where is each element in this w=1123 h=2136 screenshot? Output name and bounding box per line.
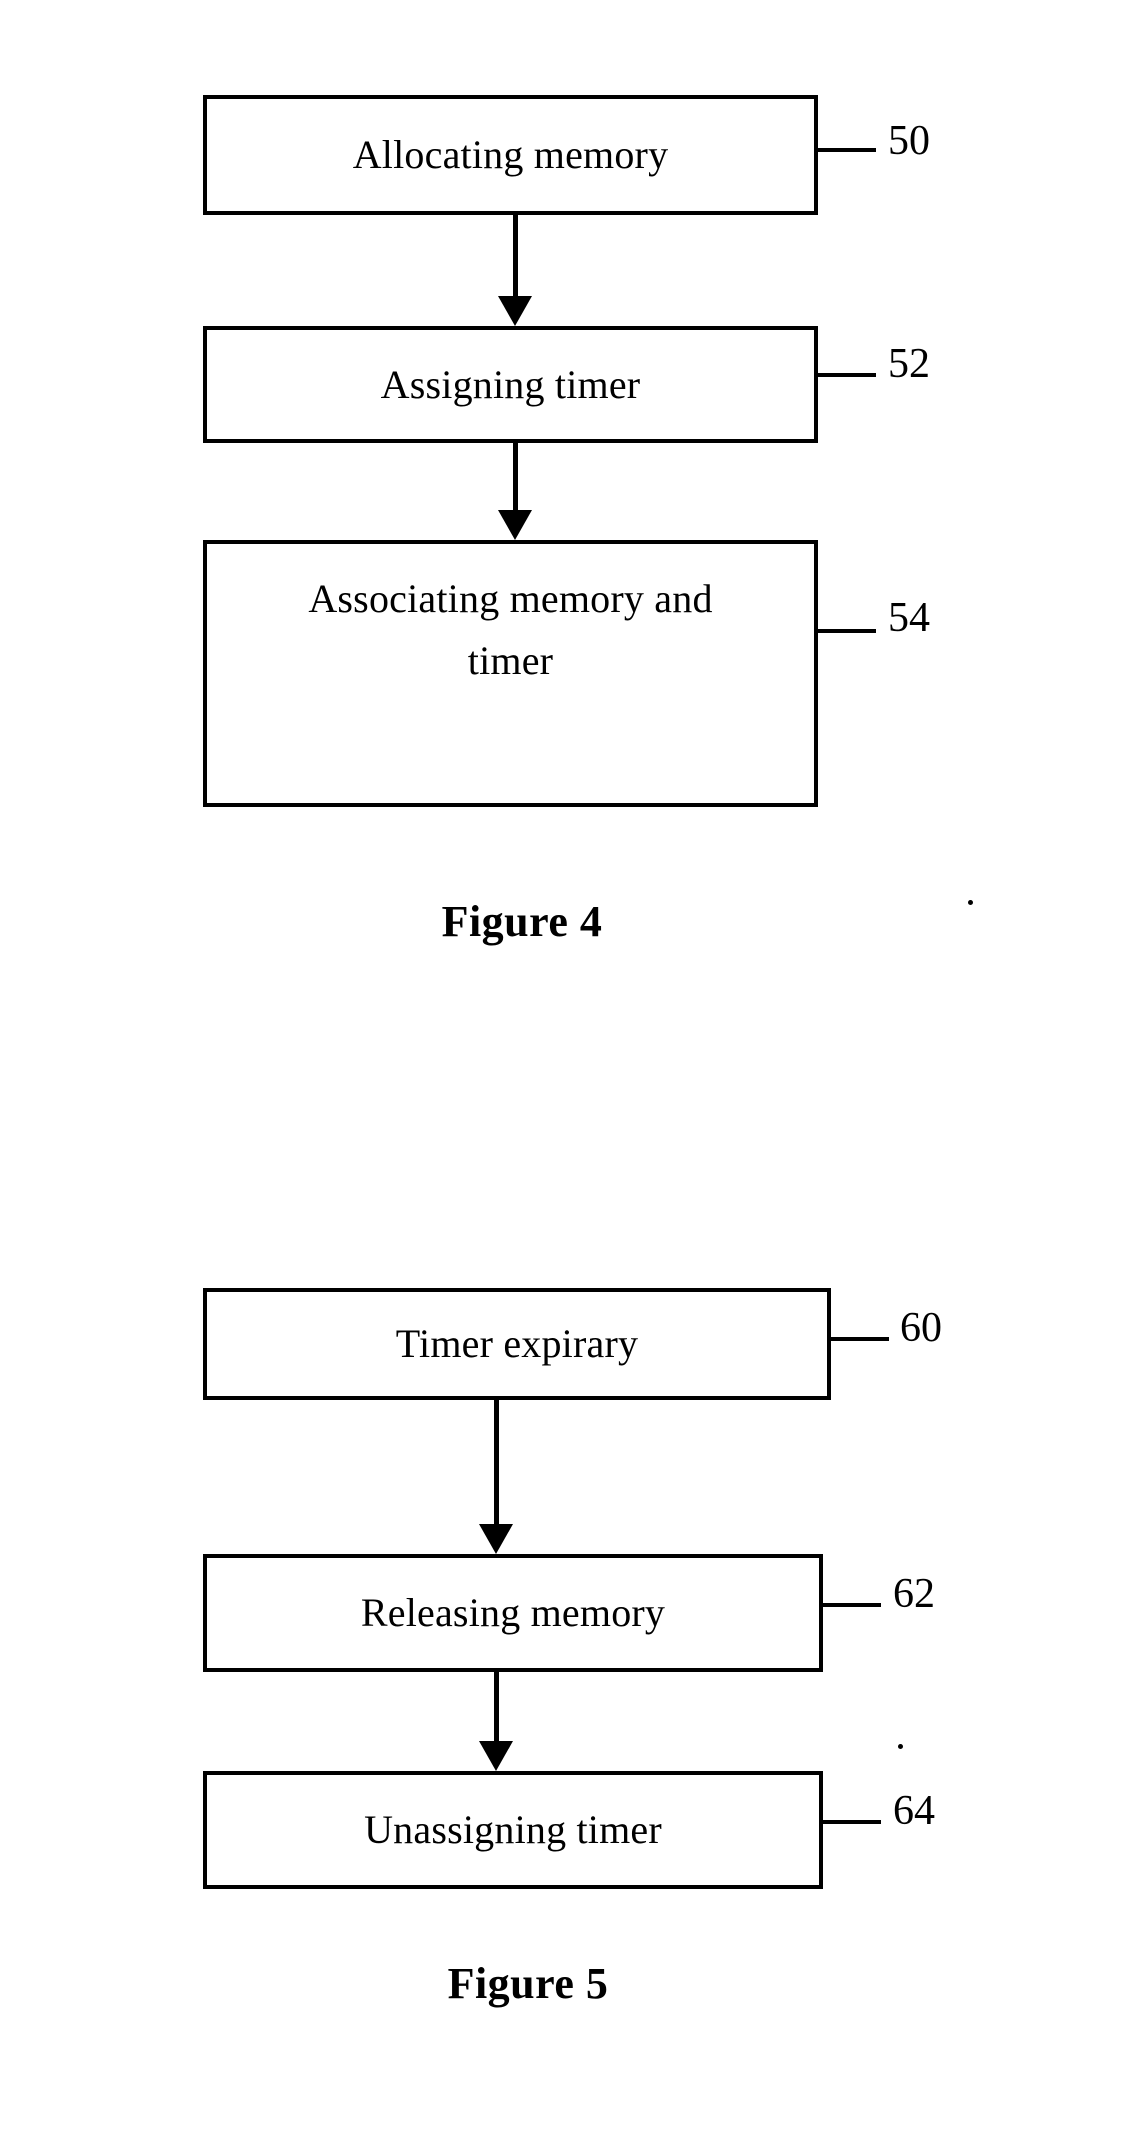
process-box-label: Unassigning timer — [364, 1807, 662, 1852]
scan-speck — [898, 1744, 903, 1749]
process-box-allocating-memory[interactable]: Allocating memory — [203, 95, 818, 215]
process-box-releasing-memory[interactable]: Releasing memory — [203, 1554, 823, 1672]
arrow-head-icon — [479, 1741, 513, 1771]
arrow-head-icon — [498, 296, 532, 326]
arrow-shaft — [494, 1672, 499, 1741]
arrow-shaft — [513, 443, 518, 510]
process-box-label: Timer expirary — [395, 1321, 639, 1366]
reference-leader-64 — [823, 1820, 881, 1824]
scan-speck — [968, 900, 973, 905]
patent-drawing-sheet: Allocating memory 50 Assigning timer 52 … — [0, 0, 1123, 2136]
reference-numeral-50: 50 — [888, 118, 930, 164]
process-box-label: Assigning timer — [380, 361, 641, 407]
arrow-head-icon — [498, 510, 532, 540]
reference-numeral-64: 64 — [893, 1788, 935, 1834]
process-box-associating-memory-and-timer[interactable]: Associating memory and timer — [203, 540, 818, 807]
reference-numeral-62: 62 — [893, 1571, 935, 1617]
process-box-unassigning-timer[interactable]: Unassigning timer — [203, 1771, 823, 1889]
reference-leader-54 — [818, 629, 876, 633]
arrow-head-icon — [479, 1524, 513, 1554]
figure-5-caption: Figure 5 — [447, 1959, 609, 2008]
reference-leader-60 — [831, 1337, 889, 1341]
reference-leader-50 — [818, 148, 876, 152]
process-box-assigning-timer[interactable]: Assigning timer — [203, 326, 818, 443]
process-box-label: Allocating memory — [352, 132, 669, 177]
process-box-label: Associating memory and timer — [308, 576, 713, 683]
arrow-shaft — [494, 1400, 499, 1524]
reference-numeral-52: 52 — [888, 341, 930, 387]
process-box-timer-expirary[interactable]: Timer expirary — [203, 1288, 831, 1400]
reference-numeral-60: 60 — [900, 1305, 942, 1351]
process-box-label: Releasing memory — [360, 1590, 666, 1635]
figure-4-caption: Figure 4 — [441, 897, 603, 946]
reference-leader-62 — [823, 1603, 881, 1607]
arrow-shaft — [513, 215, 518, 296]
reference-numeral-54: 54 — [888, 595, 930, 641]
reference-leader-52 — [818, 373, 876, 377]
